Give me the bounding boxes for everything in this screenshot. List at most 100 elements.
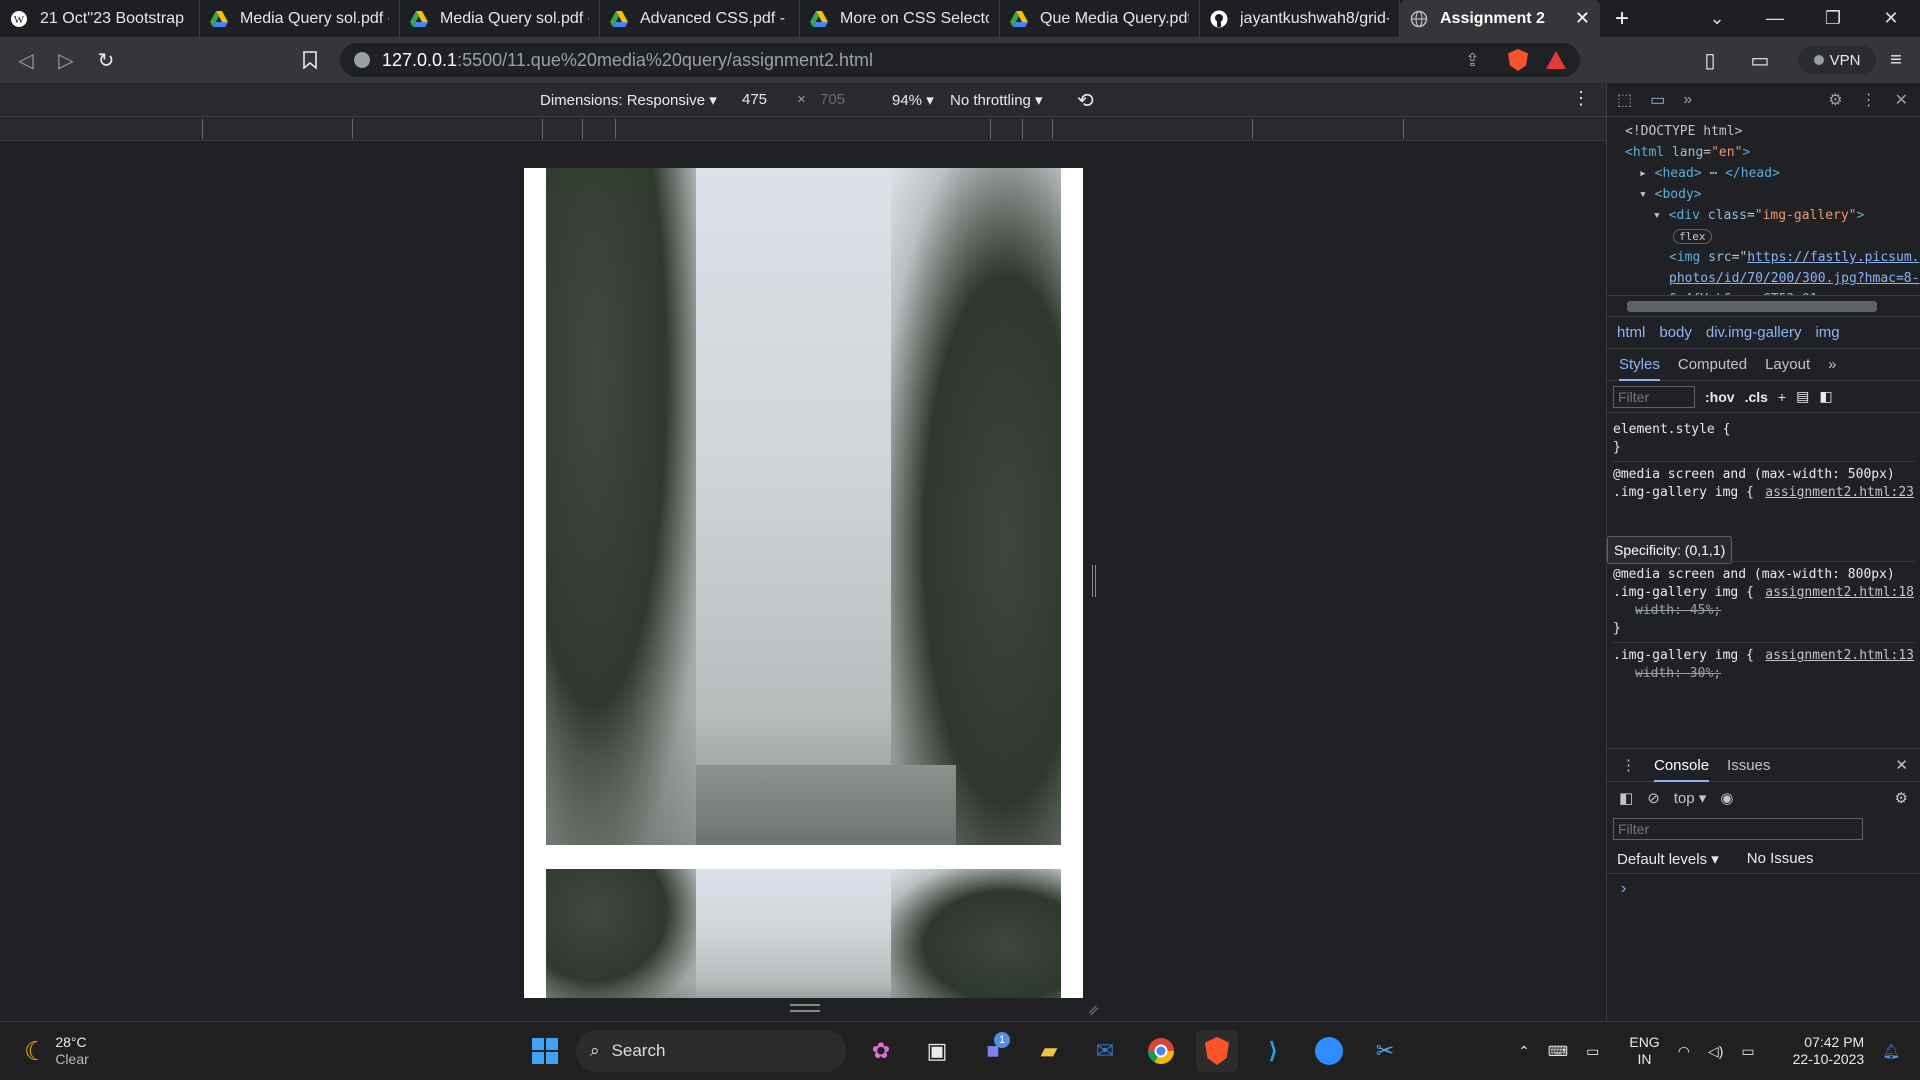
css-property[interactable]: width: 30%; <box>1613 665 1914 683</box>
dimensions-dropdown[interactable]: Dimensions: Responsive ▾ <box>540 91 717 109</box>
taskbar-search[interactable]: ⌕ Search <box>576 1030 846 1072</box>
keyboard-icon[interactable]: ⌨ <box>1548 1043 1568 1060</box>
dom-img[interactable]: <img src="https://fastly.picsum.photos/i… <box>1625 247 1920 295</box>
vpn-button[interactable]: VPN <box>1798 46 1876 74</box>
eye-icon[interactable]: ◉ <box>1720 789 1733 807</box>
tab-media-query-sol-2[interactable]: Media Query sol.pdf - ( <box>400 0 600 37</box>
tab-issues[interactable]: Issues <box>1727 757 1770 774</box>
teams-chat-icon[interactable]: ■ 1 <box>972 1030 1014 1072</box>
dom-div[interactable]: ▾ <div class="img-gallery"> <box>1625 205 1920 226</box>
close-devtools-icon[interactable]: ✕ <box>1895 90 1908 110</box>
forward-icon[interactable]: ▷ <box>46 48 86 73</box>
console-filter-input[interactable] <box>1613 818 1863 840</box>
dom-body[interactable]: ▾ <body> <box>1625 184 1920 205</box>
copilot-icon[interactable]: ✿ <box>860 1030 902 1072</box>
hov-toggle[interactable]: :hov <box>1705 389 1735 405</box>
tab-styles[interactable]: Styles <box>1619 348 1660 381</box>
tab-layout[interactable]: Layout <box>1765 356 1810 373</box>
drawer-menu-icon[interactable]: ⋮ <box>1621 756 1636 774</box>
selector[interactable]: .img-gallery img { <box>1613 648 1754 663</box>
breadcrumb-html[interactable]: html <box>1617 324 1645 341</box>
devtools-menu-icon[interactable]: ⋮ <box>1861 90 1877 110</box>
rotate-icon[interactable]: ⟲ <box>1077 88 1094 113</box>
media-query-marker[interactable] <box>1403 119 1404 139</box>
zoom-icon[interactable] <box>1308 1030 1350 1072</box>
brave-icon[interactable] <box>1196 1030 1238 1072</box>
tab-bootstrap[interactable]: W 21 Oct''23 Bootstrap - I <box>0 0 200 37</box>
media-query-marker[interactable] <box>202 119 203 139</box>
console-settings-icon[interactable]: ⚙ <box>1895 789 1908 807</box>
media-query-marker[interactable] <box>1252 119 1253 139</box>
tab-github[interactable]: jayantkushwah8/grid-ir <box>1200 0 1400 37</box>
task-view-icon[interactable]: ▣ <box>916 1030 958 1072</box>
tab-que-media-query[interactable]: Que Media Query.pdf <box>1000 0 1200 37</box>
device-toggle-icon[interactable]: ▭ <box>1650 90 1665 110</box>
site-info-icon[interactable] <box>354 52 370 68</box>
selector[interactable]: .img-gallery img { <box>1613 585 1754 600</box>
show-hidden-icons[interactable]: ⌃ <box>1518 1043 1530 1060</box>
wallet-icon[interactable]: ▭ <box>1740 48 1780 73</box>
minimize-icon[interactable]: — <box>1746 0 1804 37</box>
scroll-thumb[interactable] <box>1627 301 1877 312</box>
weather-widget[interactable]: ☾ 28°C Clear <box>24 1034 164 1068</box>
media-query-marker[interactable] <box>615 119 616 139</box>
sidebar-icon[interactable]: ▯ <box>1690 48 1730 73</box>
source-link[interactable]: assignment2.html:18 <box>1765 584 1914 602</box>
media-query-marker[interactable] <box>352 119 353 139</box>
display-icon[interactable]: ▭ <box>1586 1043 1599 1060</box>
chrome-icon[interactable] <box>1140 1030 1182 1072</box>
bookmark-icon[interactable] <box>290 51 330 69</box>
menu-icon[interactable]: ≡ <box>1876 49 1916 72</box>
battery-icon[interactable]: ▭ <box>1741 1043 1754 1060</box>
media-query-marker[interactable] <box>1022 119 1023 139</box>
console-prompt[interactable]: › <box>1607 874 1920 904</box>
close-window-icon[interactable]: ✕ <box>1862 0 1920 37</box>
reload-icon[interactable]: ↻ <box>86 48 126 73</box>
wifi-icon[interactable]: ◠ <box>1678 1043 1690 1060</box>
selector[interactable]: element.style { <box>1613 421 1914 439</box>
throttling-dropdown[interactable]: No throttling ▾ <box>950 91 1043 109</box>
tab-advanced-css[interactable]: Advanced CSS.pdf - Go <box>600 0 800 37</box>
outlook-icon[interactable]: ✉ <box>1084 1030 1126 1072</box>
zoom-dropdown[interactable]: 94% ▾ <box>892 91 934 109</box>
breadcrumb-div[interactable]: div.img-gallery <box>1706 324 1802 341</box>
cls-toggle[interactable]: .cls <box>1745 389 1768 405</box>
source-link[interactable]: assignment2.html:23 <box>1765 484 1914 502</box>
toggle-sidebar-icon[interactable]: ◧ <box>1819 388 1832 405</box>
maximize-icon[interactable]: ❐ <box>1804 0 1862 37</box>
snipping-tool-icon[interactable]: ✂ <box>1364 1030 1406 1072</box>
tab-media-query-sol-1[interactable]: Media Query sol.pdf - ( <box>200 0 400 37</box>
flex-badge[interactable]: flex <box>1673 229 1712 244</box>
tab-css-selector[interactable]: More on CSS Selector ( <box>800 0 1000 37</box>
brave-rewards-icon[interactable] <box>1546 51 1566 69</box>
language-indicator[interactable]: ENG IN <box>1629 1034 1659 1068</box>
dom-doctype[interactable]: <!DOCTYPE html> <box>1625 121 1920 142</box>
dom-head[interactable]: ▸ <head> ⋯ </head> <box>1625 163 1920 184</box>
horizontal-scrollbar[interactable] <box>1607 295 1920 317</box>
dom-html[interactable]: <html lang="en"> <box>1625 142 1920 163</box>
breadcrumb-body[interactable]: body <box>1659 324 1692 341</box>
inspect-icon[interactable]: ⬚ <box>1617 90 1632 110</box>
tab-assignment-2[interactable]: Assignment 2 ✕ <box>1400 0 1600 37</box>
media-query-marker[interactable] <box>582 119 583 139</box>
img-src-link[interactable]: https://fastly.picsum.photos/id/70/200/3… <box>1669 250 1919 295</box>
notifications-icon[interactable]: 🔔︎ <box>1882 1043 1900 1060</box>
close-tab-icon[interactable]: ✕ <box>1575 8 1590 29</box>
clear-console-icon[interactable]: ⊘ <box>1647 789 1660 807</box>
media-query-marker[interactable] <box>990 119 991 139</box>
tab-search-icon[interactable]: ⌄ <box>1688 0 1746 37</box>
console-sidebar-icon[interactable]: ◧ <box>1619 789 1633 807</box>
brave-shields-icon[interactable] <box>1508 49 1528 71</box>
back-icon[interactable]: ◁ <box>6 48 46 73</box>
styles-filter-input[interactable] <box>1613 385 1695 408</box>
width-input[interactable]: 475 <box>742 91 792 108</box>
vscode-icon[interactable]: ⟩ <box>1252 1030 1294 1072</box>
file-explorer-icon[interactable]: ▰ <box>1028 1030 1070 1072</box>
tab-console[interactable]: Console <box>1654 749 1710 782</box>
tab-computed[interactable]: Computed <box>1678 356 1747 373</box>
height-input[interactable]: 705 <box>820 91 845 108</box>
settings-icon[interactable]: ⚙ <box>1828 90 1842 110</box>
share-icon[interactable]: ⇪ <box>1465 50 1480 71</box>
media-query-marker[interactable] <box>1052 119 1053 139</box>
paint-icon[interactable]: ▤ <box>1796 388 1809 405</box>
